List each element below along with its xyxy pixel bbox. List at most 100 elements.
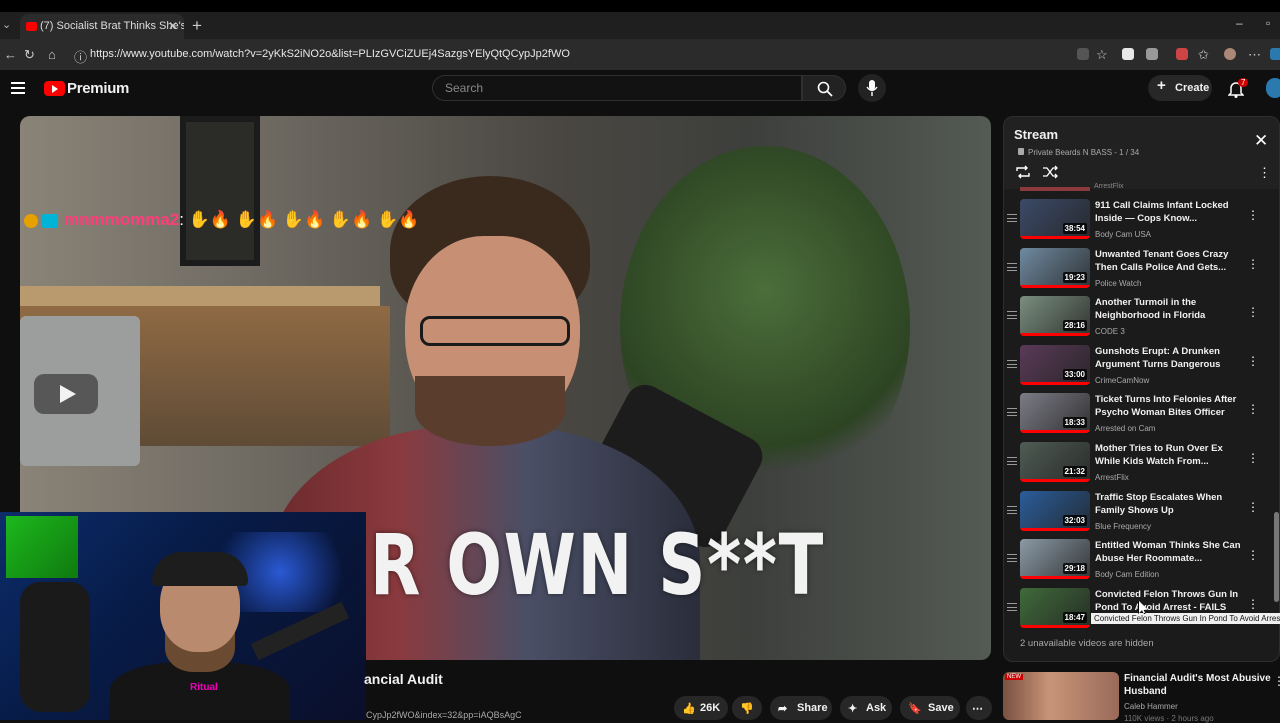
recommendation-title[interactable]: Financial Audit's Most Abusive Husband — [1124, 672, 1274, 698]
drag-handle-icon[interactable] — [1007, 262, 1017, 271]
video-title[interactable]: Convicted Felon Throws Gun In Pond To Av… — [1095, 588, 1245, 614]
ask-button[interactable]: ✦ Ask — [840, 696, 892, 720]
item-more-icon[interactable]: ⋮ — [1247, 257, 1259, 271]
dislike-button[interactable]: 👎 — [732, 696, 762, 720]
playlist-item[interactable]: 32:03 Traffic Stop Escalates When Family … — [1004, 488, 1270, 537]
drag-handle-icon[interactable] — [1007, 602, 1017, 611]
reload-icon[interactable]: ↻ — [24, 47, 35, 63]
extensions-puzzle-icon[interactable] — [1146, 48, 1158, 60]
webcam-shirt-text: Ritual — [190, 682, 218, 693]
voice-search-button[interactable] — [858, 74, 886, 102]
back-icon[interactable]: ← — [4, 47, 17, 62]
video-thumbnail[interactable]: 28:16 — [1020, 296, 1090, 337]
new-tab-icon[interactable]: + — [192, 16, 202, 36]
video-title[interactable]: Unwanted Tenant Goes Crazy Then Calls Po… — [1095, 248, 1245, 274]
more-actions-button[interactable]: ⋯ — [966, 696, 992, 720]
maximize-icon[interactable]: ▫ — [1266, 16, 1270, 30]
item-more-icon[interactable]: ⋮ — [1247, 548, 1259, 562]
favorite-star-icon[interactable]: ☆ — [1096, 47, 1108, 63]
video-thumbnail[interactable]: 32:03 — [1020, 490, 1090, 531]
extension-2-icon[interactable] — [1176, 48, 1188, 60]
recommendation-item[interactable]: NEW Financial Audit's Most Abusive Husba… — [1003, 670, 1280, 723]
video-channel[interactable]: Body Cam Edition — [1095, 570, 1159, 579]
drag-handle-icon[interactable] — [1007, 359, 1017, 368]
minimize-icon[interactable]: – — [1236, 16, 1243, 30]
drag-handle-icon[interactable] — [1007, 214, 1017, 222]
playlist-item[interactable]: 18:33 Ticket Turns Into Felonies After Ps… — [1004, 390, 1270, 439]
video-title[interactable]: Traffic Stop Escalates When Family Shows… — [1095, 491, 1245, 517]
video-title[interactable]: Mother Tries to Run Over Ex While Kids W… — [1095, 442, 1245, 468]
duration-badge: 18:47 — [1062, 611, 1087, 623]
search-button[interactable] — [802, 75, 846, 101]
playlist-title[interactable]: Stream — [1014, 127, 1058, 142]
home-icon[interactable]: ⌂ — [48, 47, 56, 62]
close-tab-icon[interactable]: ✕ — [168, 19, 178, 33]
playlist-item[interactable]: 28:16 Another Turmoil in the Neighborhood… — [1004, 293, 1270, 342]
item-more-icon[interactable]: ⋮ — [1247, 305, 1259, 319]
recommendation-more-icon[interactable]: ⋮ — [1273, 674, 1280, 688]
tab-list-chevron-icon[interactable]: ⌄ — [2, 18, 16, 34]
video-channel[interactable]: ArrestFlix — [1095, 473, 1129, 482]
copilot-icon[interactable] — [1270, 48, 1280, 60]
reader-mode-icon[interactable] — [1077, 48, 1089, 60]
save-button[interactable]: 🔖 Save — [900, 696, 960, 720]
search-input[interactable]: Search — [432, 75, 802, 101]
close-icon[interactable]: ✕ — [1254, 131, 1268, 151]
video-channel[interactable]: Police Watch — [1095, 279, 1141, 288]
video-title[interactable]: 911 Call Claims Infant Locked Inside — C… — [1095, 199, 1245, 225]
youtube-logo-icon[interactable] — [44, 81, 65, 96]
favorites-icon[interactable]: ✩ — [1198, 47, 1209, 63]
playlist-more-icon[interactable]: ⋮ — [1258, 165, 1271, 181]
item-more-icon[interactable]: ⋮ — [1247, 597, 1259, 611]
drag-handle-icon[interactable] — [1007, 505, 1017, 514]
like-button[interactable]: 👍 26K — [674, 696, 728, 720]
video-channel[interactable]: Body Cam USA — [1095, 230, 1151, 239]
playlist-scrollbar[interactable] — [1274, 512, 1279, 602]
logo-text[interactable]: Premium — [67, 80, 129, 97]
create-button[interactable]: + Create — [1148, 75, 1212, 101]
account-avatar[interactable] — [1266, 78, 1280, 98]
shuffle-icon[interactable] — [1042, 165, 1058, 179]
video-title[interactable]: Ticket Turns Into Felonies After Psycho … — [1095, 393, 1245, 419]
extension-icon[interactable] — [1122, 48, 1134, 60]
video-title[interactable]: Gunshots Erupt: A Drunken Argument Turns… — [1095, 345, 1245, 371]
video-channel[interactable]: Arrested on Cam — [1095, 424, 1155, 433]
recommendation-channel[interactable]: Caleb Hammer — [1124, 702, 1178, 711]
playlist-item[interactable]: 21:32 Mother Tries to Run Over Ex While K… — [1004, 439, 1270, 488]
playlist-item[interactable]: 38:54 911 Call Claims Infant Locked Insid… — [1004, 196, 1270, 245]
drag-handle-icon[interactable] — [1007, 408, 1017, 417]
playlist-item[interactable]: 19:23 Unwanted Tenant Goes Crazy Then Cal… — [1004, 245, 1270, 294]
video-thumbnail[interactable]: 38:54 — [1020, 199, 1090, 239]
recommendation-thumbnail[interactable]: NEW — [1003, 672, 1119, 720]
video-title[interactable]: Another Turmoil in the Neighborhood in F… — [1095, 296, 1245, 322]
item-more-icon[interactable]: ⋮ — [1247, 500, 1259, 514]
drag-handle-icon[interactable] — [1007, 554, 1017, 563]
video-thumbnail[interactable]: 21:32 — [1020, 442, 1090, 482]
menu-icon[interactable] — [11, 82, 25, 94]
video-thumbnail[interactable]: 18:33 — [1020, 393, 1090, 434]
playlist-item[interactable]: 29:18 Entitled Woman Thinks She Can Abuse… — [1004, 536, 1270, 585]
loop-icon[interactable] — [1015, 165, 1031, 179]
profile-icon[interactable] — [1224, 48, 1236, 60]
playlist-item[interactable]: 33:00 Gunshots Erupt: A Drunken Argument … — [1004, 342, 1270, 391]
browser-menu-icon[interactable]: ⋯ — [1248, 47, 1261, 63]
item-more-icon[interactable]: ⋮ — [1247, 402, 1259, 416]
playlist-item[interactable]: 18:47 Convicted Felon Throws Gun In Pond … — [1004, 585, 1270, 634]
share-button[interactable]: ➦ Share — [770, 696, 832, 720]
video-title[interactable]: Entitled Woman Thinks She Can Abuse Her … — [1095, 539, 1245, 565]
browser-tab-active[interactable]: (7) Socialist Brat Thinks She's Entit ✕ — [20, 14, 184, 40]
video-thumbnail[interactable]: 29:18 — [1020, 539, 1090, 580]
site-info-icon[interactable]: ⓘ — [74, 47, 87, 66]
drag-handle-icon[interactable] — [1007, 311, 1017, 320]
item-more-icon[interactable]: ⋮ — [1247, 451, 1259, 465]
video-channel[interactable]: CrimeCamNow — [1095, 376, 1149, 385]
item-more-icon[interactable]: ⋮ — [1247, 354, 1259, 368]
video-channel[interactable]: CODE 3 — [1095, 327, 1125, 336]
drag-handle-icon[interactable] — [1007, 457, 1017, 465]
video-thumbnail[interactable]: 33:00 — [1020, 344, 1090, 385]
video-thumbnail[interactable]: 19:23 — [1020, 247, 1090, 288]
video-thumbnail[interactable]: 18:47 — [1020, 587, 1090, 628]
url-field[interactable]: https://www.youtube.com/watch?v=2yKkS2iN… — [90, 48, 570, 60]
video-channel[interactable]: Blue Frequency — [1095, 522, 1151, 531]
item-more-icon[interactable]: ⋮ — [1247, 208, 1259, 222]
